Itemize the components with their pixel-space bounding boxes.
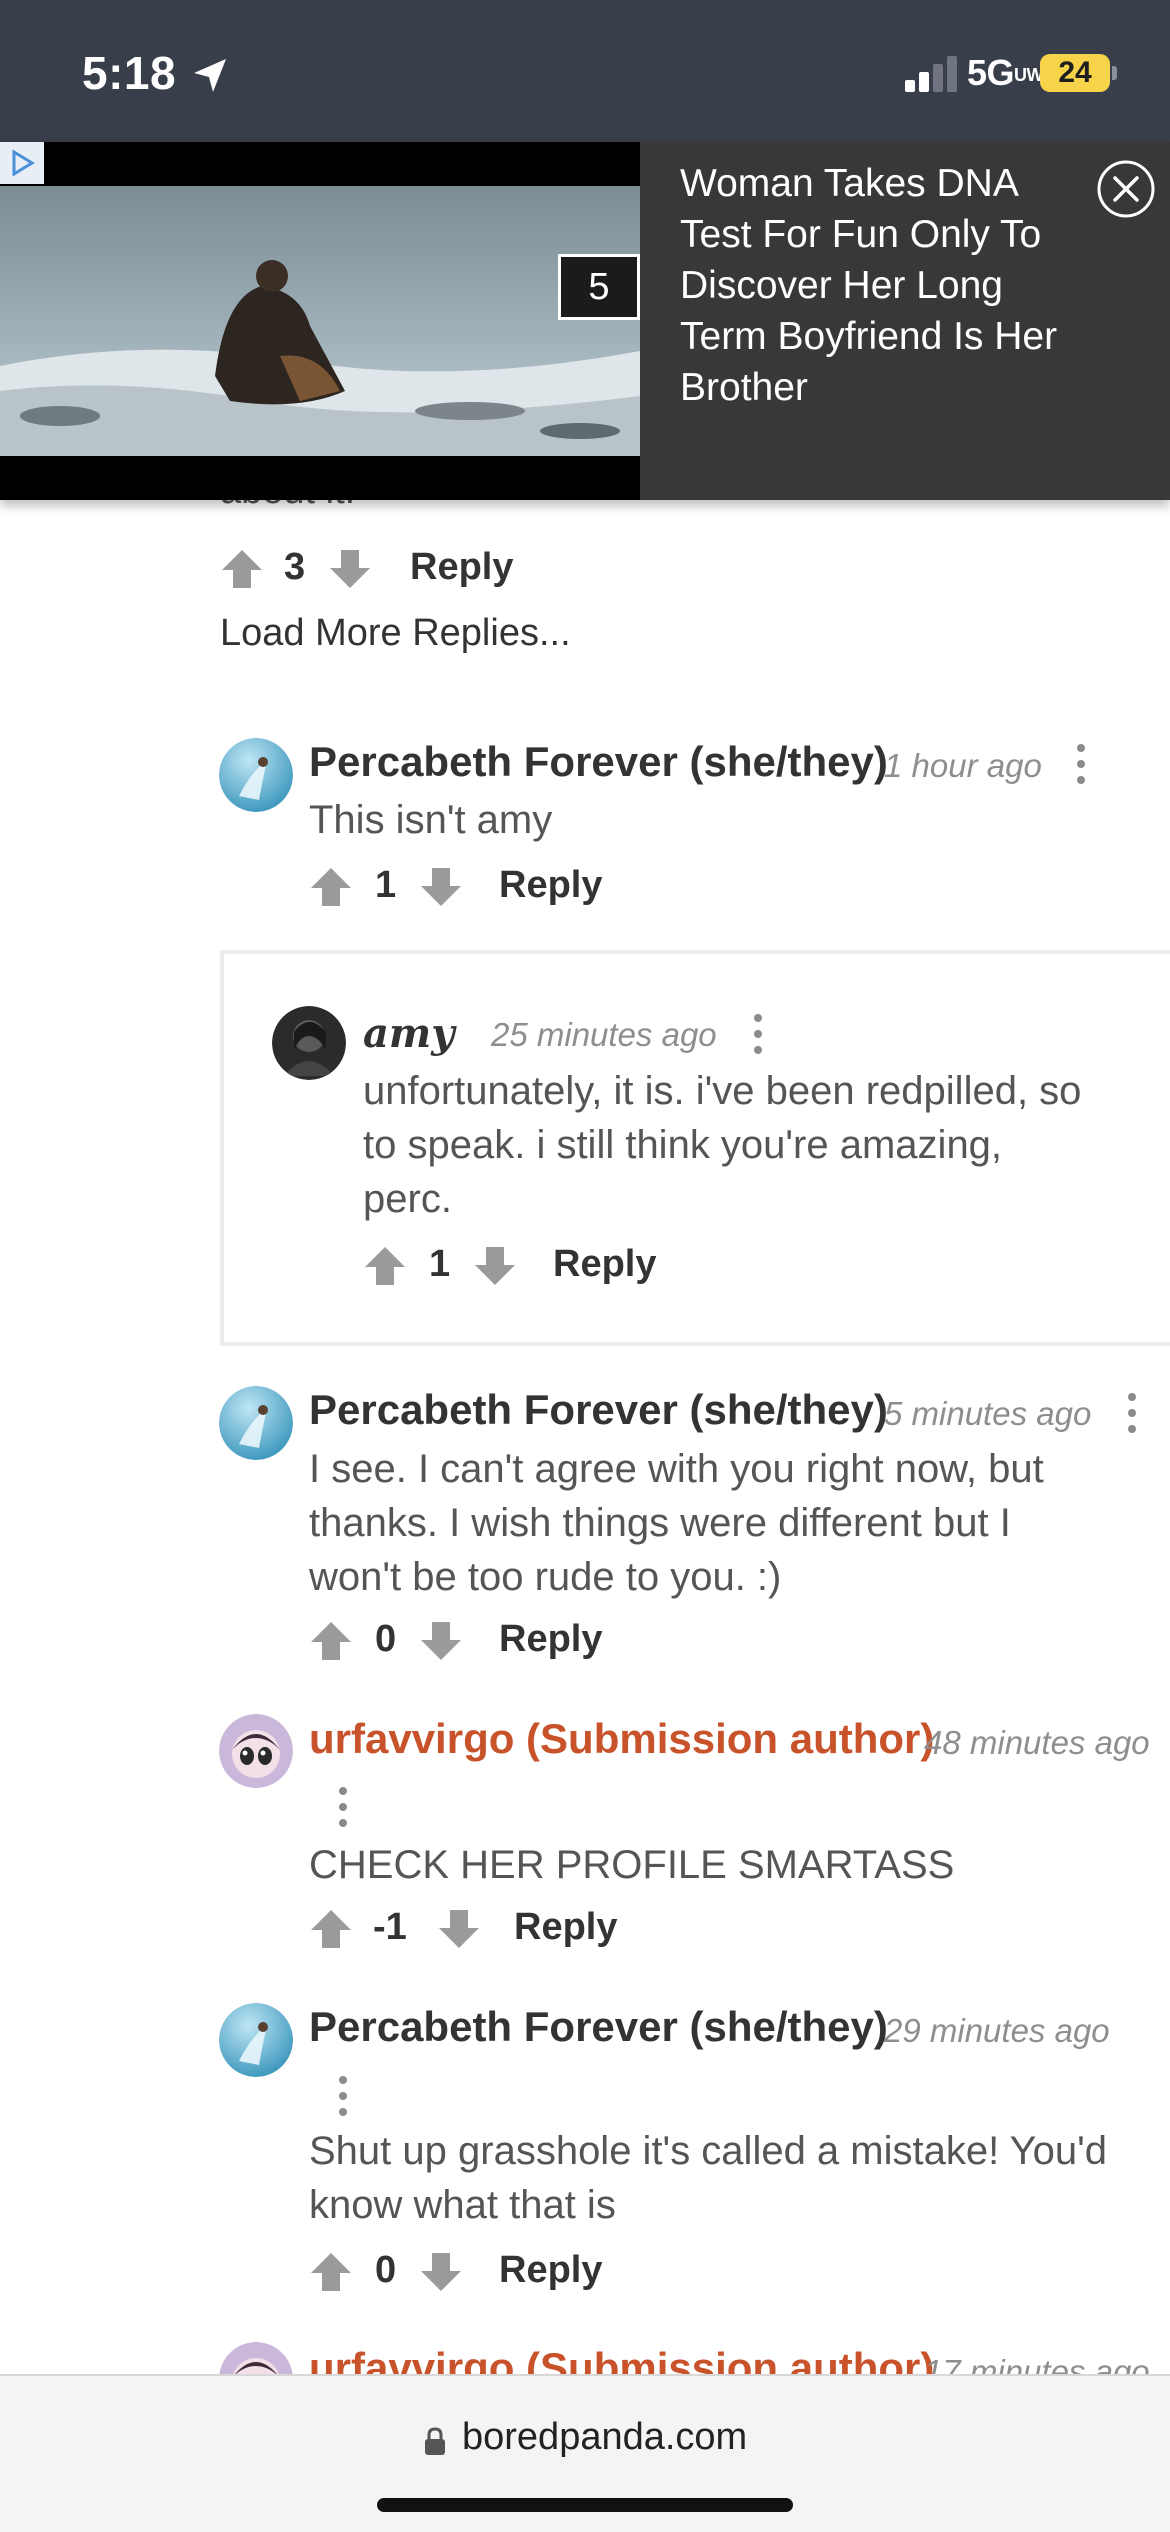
vote-row: 1 Reply [309,858,669,914]
more-options-icon[interactable] [336,2076,348,2118]
downvote-arrow-icon[interactable] [473,1245,517,1287]
avatar[interactable] [219,1386,293,1460]
vote-count: -1 [373,1906,407,1948]
reply-button[interactable]: Reply [499,2249,602,2292]
ad-countdown: 5 [558,254,640,320]
ad-video-thumbnail [0,186,640,456]
avatar[interactable] [219,2003,293,2077]
comment-author[interactable]: amy [363,1010,454,1057]
browser-url-bar[interactable]: boredpanda.com [0,2374,1170,2532]
comment-body: unfortunately, it is. i've been redpille… [363,1069,1082,1221]
cellular-signal-icon [905,56,959,92]
ad-video-player[interactable]: 5 [0,142,640,500]
load-more-replies-link[interactable]: Load More Replies... [220,612,571,655]
comment-timestamp: 25 minutes ago [491,1016,717,1053]
vote-count: 0 [375,2249,397,2291]
vote-row: 0 Reply [309,2243,669,2299]
more-options-icon[interactable] [1125,1393,1137,1435]
vote-count: 1 [375,864,397,906]
vote-count: 3 [284,546,306,588]
lock-icon [425,2427,445,2455]
upvote-arrow-icon[interactable] [220,548,264,590]
comment-body: Shut up grasshole it's called a mistake!… [309,2129,1107,2227]
adchoices-icon[interactable] [0,142,44,184]
vote-count: 1 [429,1243,451,1285]
reply-button[interactable]: Reply [499,1618,602,1661]
home-indicator[interactable] [377,2498,793,2512]
video-ad-banner[interactable]: 5 Woman Takes DNA Test For Fun Only To D… [0,142,1170,500]
vote-count: 0 [375,1618,397,1660]
close-circle-icon[interactable] [1095,158,1157,220]
comment-timestamp: 1 hour ago [884,747,1042,784]
vote-row: 0 Reply [309,1612,669,1668]
more-options-icon[interactable] [1074,744,1086,786]
comment-timestamp: 48 minutes ago [924,1724,1150,1761]
upvote-arrow-icon[interactable] [363,1245,407,1287]
comment-author[interactable]: Percabeth Forever (she/they) [309,1386,888,1434]
reply-button[interactable]: Reply [499,864,602,907]
status-time: 5:18 [82,47,177,99]
comment-author[interactable]: Percabeth Forever (she/they) [309,2003,888,2051]
reply-button[interactable]: Reply [410,546,513,589]
avatar[interactable] [219,1714,293,1788]
network-type: 5GUW [967,52,1044,93]
battery-icon: 24 [1040,54,1110,92]
upvote-arrow-icon[interactable] [309,1908,353,1950]
battery-tip [1112,66,1117,80]
url-domain[interactable]: boredpanda.com [462,2416,747,2459]
comment-body: CHECK HER PROFILE SMARTASS [309,1843,955,1887]
upvote-arrow-icon[interactable] [309,866,353,908]
downvote-arrow-icon[interactable] [437,1908,481,1950]
upvote-arrow-icon[interactable] [309,1620,353,1662]
comment-body: I see. I can't agree with you right now,… [309,1447,1044,1599]
comment-body: This isn't amy [309,798,553,842]
upvote-arrow-icon[interactable] [309,2251,353,2293]
more-options-icon[interactable] [336,1787,348,1829]
downvote-arrow-icon[interactable] [419,1620,463,1662]
ad-headline[interactable]: Woman Takes DNA Test For Fun Only To Dis… [680,158,1080,413]
status-bar: 5:18 5GUW 24 [0,0,1170,142]
more-options-icon[interactable] [751,1014,763,1056]
avatar[interactable] [272,1006,346,1080]
location-arrow-icon [194,59,226,92]
vote-row: 3 Reply [220,540,580,596]
downvote-arrow-icon[interactable] [419,866,463,908]
downvote-arrow-icon[interactable] [328,548,372,590]
vote-row: -1 Reply [309,1900,689,1956]
vote-row: 1 Reply [363,1237,723,1293]
comment-author[interactable]: Percabeth Forever (she/they) [309,738,888,786]
reply-button[interactable]: Reply [553,1243,656,1286]
avatar[interactable] [219,738,293,812]
reply-button[interactable]: Reply [514,1906,617,1949]
comment-timestamp: 5 minutes ago [884,1395,1092,1432]
battery-level: 24 [1058,56,1092,89]
comment-author[interactable]: urfavvirgo (Submission author) [309,1715,934,1763]
comment-timestamp: 29 minutes ago [884,2012,1110,2049]
downvote-arrow-icon[interactable] [419,2251,463,2293]
